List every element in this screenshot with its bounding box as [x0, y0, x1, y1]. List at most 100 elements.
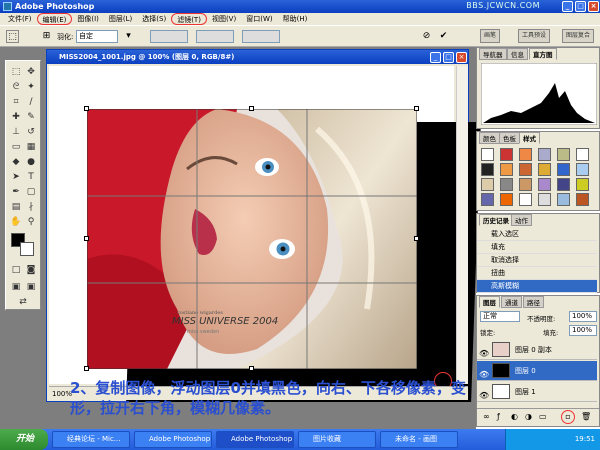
- menu-select[interactable]: 选择(S): [137, 13, 171, 25]
- tab-paths[interactable]: 路径: [523, 296, 544, 308]
- dodge-tool-icon[interactable]: ●: [24, 155, 38, 169]
- lasso-tool-icon[interactable]: ᘓ: [9, 80, 23, 94]
- zoom-level[interactable]: 100%: [52, 390, 72, 398]
- angle-field[interactable]: [242, 30, 280, 43]
- doc-maximize-button[interactable]: □: [443, 52, 454, 63]
- style-swatch[interactable]: [576, 148, 589, 161]
- history-item-active[interactable]: 高斯模糊: [477, 280, 597, 293]
- start-button[interactable]: 开始: [0, 429, 48, 450]
- quick-mask-icon[interactable]: ◙: [24, 263, 38, 277]
- stamp-tool-icon[interactable]: ⊥: [9, 125, 23, 139]
- minimize-button[interactable]: _: [562, 1, 573, 12]
- transform-handle-mr[interactable]: [414, 236, 419, 241]
- style-swatch[interactable]: [538, 163, 551, 176]
- trash-icon[interactable]: 🗑: [581, 412, 591, 421]
- mask-icon[interactable]: ◐: [511, 412, 518, 421]
- layer-style-icon[interactable]: ƒ: [497, 412, 500, 421]
- history-item[interactable]: 填充: [477, 241, 597, 254]
- tab-history[interactable]: 历史记录: [479, 214, 513, 226]
- full-screen-icon[interactable]: ▣: [24, 280, 38, 294]
- layer-row-active[interactable]: 👁 图层 0: [477, 361, 597, 381]
- style-swatch[interactable]: [576, 163, 589, 176]
- layer-row[interactable]: 👁 图层 1: [477, 382, 597, 402]
- background-color-swatch[interactable]: [20, 242, 34, 256]
- tab-actions[interactable]: 动作: [511, 214, 532, 226]
- style-swatch[interactable]: [500, 148, 513, 161]
- zoom-tool-icon[interactable]: ⚲: [24, 215, 38, 229]
- style-swatch[interactable]: [519, 163, 532, 176]
- history-item[interactable]: 载入选区: [477, 228, 597, 241]
- standard-mode-icon[interactable]: □: [9, 263, 23, 277]
- vertical-scrollbar[interactable]: [456, 66, 468, 384]
- menu-view[interactable]: 视图(V): [207, 13, 241, 25]
- task-button[interactable]: 经典论坛 - Mic...: [52, 431, 130, 448]
- style-swatch[interactable]: [538, 148, 551, 161]
- style-swatch[interactable]: [500, 163, 513, 176]
- chevron-down-icon[interactable]: ▾: [122, 30, 135, 43]
- tab-swatches[interactable]: 色板: [499, 132, 520, 144]
- menu-filter[interactable]: 滤镜(T): [171, 13, 207, 25]
- tab-navigator[interactable]: 导航器: [479, 48, 507, 60]
- history-brush-icon[interactable]: ↺: [24, 125, 38, 139]
- style-swatch[interactable]: [576, 178, 589, 191]
- transform-icon[interactable]: ⊞: [40, 30, 53, 43]
- well-tab-layer-comps[interactable]: 图层复合: [562, 29, 595, 43]
- style-swatch[interactable]: [481, 193, 494, 206]
- menu-help[interactable]: 帮助(H): [278, 13, 313, 25]
- tab-info[interactable]: 信息: [507, 48, 528, 60]
- style-swatch[interactable]: [481, 178, 494, 191]
- menu-file[interactable]: 文件(F): [3, 13, 37, 25]
- style-swatch[interactable]: [538, 178, 551, 191]
- folder-icon[interactable]: ▭: [539, 412, 547, 421]
- new-layer-icon[interactable]: ▫: [561, 410, 575, 424]
- style-swatch[interactable]: [500, 193, 513, 206]
- eye-icon[interactable]: 👁: [479, 386, 489, 406]
- transform-handle-bl[interactable]: [84, 366, 89, 371]
- task-button-active[interactable]: Adobe Photoshop: [216, 431, 294, 448]
- tab-styles[interactable]: 样式: [519, 132, 540, 144]
- menu-image[interactable]: 图像(I): [72, 13, 104, 25]
- transform-handle-bc[interactable]: [249, 366, 254, 371]
- task-button[interactable]: 图片收藏: [298, 431, 376, 448]
- marquee-preset-icon[interactable]: ⬚: [6, 30, 19, 43]
- style-swatch[interactable]: [519, 193, 532, 206]
- style-select[interactable]: 自定: [76, 30, 118, 43]
- tab-layers[interactable]: 图层: [479, 296, 500, 308]
- style-swatch[interactable]: [557, 178, 570, 191]
- opacity-field[interactable]: 100%: [569, 311, 597, 322]
- history-item[interactable]: 取消选择: [477, 254, 597, 267]
- task-button[interactable]: 未命名 - 画图: [380, 431, 458, 448]
- link-icon[interactable]: ∞: [483, 412, 490, 421]
- transform-handle-tl[interactable]: [84, 106, 89, 111]
- slice-tool-icon[interactable]: ∕: [24, 95, 38, 109]
- move-tool-icon[interactable]: ✥: [24, 65, 38, 79]
- style-swatch[interactable]: [519, 178, 532, 191]
- task-button[interactable]: Adobe Photoshop: [134, 431, 212, 448]
- fill-field[interactable]: 100%: [569, 325, 597, 336]
- height-field[interactable]: [196, 30, 234, 43]
- doc-minimize-button[interactable]: _: [430, 52, 441, 63]
- notes-tool-icon[interactable]: ▤: [9, 200, 23, 214]
- layer-row[interactable]: 👁 图层 0 副本: [477, 340, 597, 360]
- doc-close-button[interactable]: ×: [456, 52, 467, 63]
- transform-handle-tr[interactable]: [414, 106, 419, 111]
- style-swatch[interactable]: [576, 193, 589, 206]
- style-swatch[interactable]: [557, 193, 570, 206]
- blend-mode-select[interactable]: 正常: [480, 311, 520, 322]
- transform-handle-ml[interactable]: [84, 236, 89, 241]
- shape-tool-icon[interactable]: ▢: [24, 185, 38, 199]
- hand-tool-icon[interactable]: ✋: [9, 215, 23, 229]
- tab-color[interactable]: 颜色: [479, 132, 500, 144]
- well-tab-brushes[interactable]: 画笔: [480, 29, 501, 43]
- cancel-transform-icon[interactable]: ⊘: [420, 30, 433, 43]
- marquee-tool-icon[interactable]: ⬚: [9, 65, 23, 79]
- tab-histogram[interactable]: 直方图: [529, 48, 557, 60]
- menu-layer[interactable]: 图层(L): [104, 13, 137, 25]
- style-swatch[interactable]: [481, 163, 494, 176]
- style-swatch[interactable]: [481, 148, 494, 161]
- menu-window[interactable]: 窗口(W): [241, 13, 277, 25]
- history-item[interactable]: 扭曲: [477, 267, 597, 280]
- style-swatch[interactable]: [538, 193, 551, 206]
- commit-transform-icon[interactable]: ✔: [437, 30, 450, 43]
- healing-brush-icon[interactable]: ✚: [9, 110, 23, 124]
